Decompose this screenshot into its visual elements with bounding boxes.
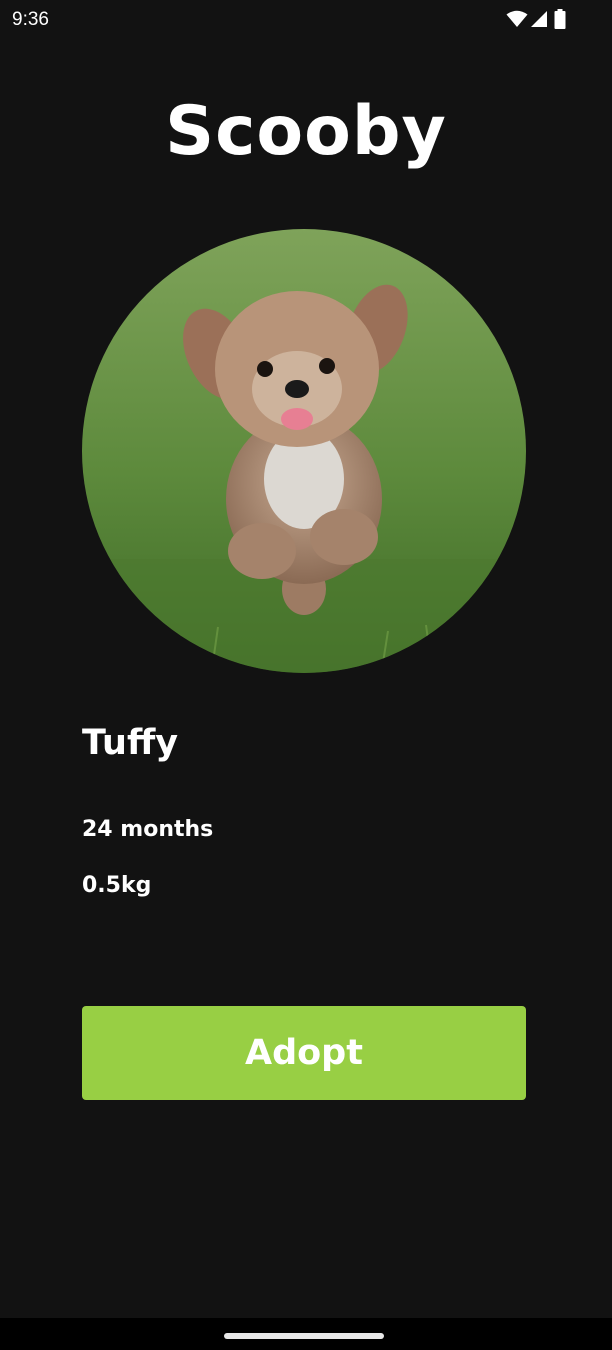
status-bar: 9:36 xyxy=(0,0,612,40)
adopt-button-label: Adopt xyxy=(245,1033,363,1073)
cellular-signal-icon xyxy=(531,11,547,27)
page-title: Scooby xyxy=(165,92,447,171)
navigation-bar xyxy=(0,1318,612,1350)
pet-age: 24 months xyxy=(82,817,214,842)
pet-weight: 0.5kg xyxy=(82,873,152,898)
dog-photo-illustration xyxy=(82,229,526,673)
battery-icon xyxy=(554,9,566,29)
status-icons xyxy=(506,9,568,30)
adopt-button[interactable]: Adopt xyxy=(82,1006,526,1100)
wifi-icon xyxy=(506,10,528,27)
dog-photo xyxy=(82,229,526,673)
home-gesture-handle[interactable] xyxy=(224,1333,384,1339)
status-time: 9:36 xyxy=(12,9,49,30)
pet-name: Tuffy xyxy=(82,723,179,763)
